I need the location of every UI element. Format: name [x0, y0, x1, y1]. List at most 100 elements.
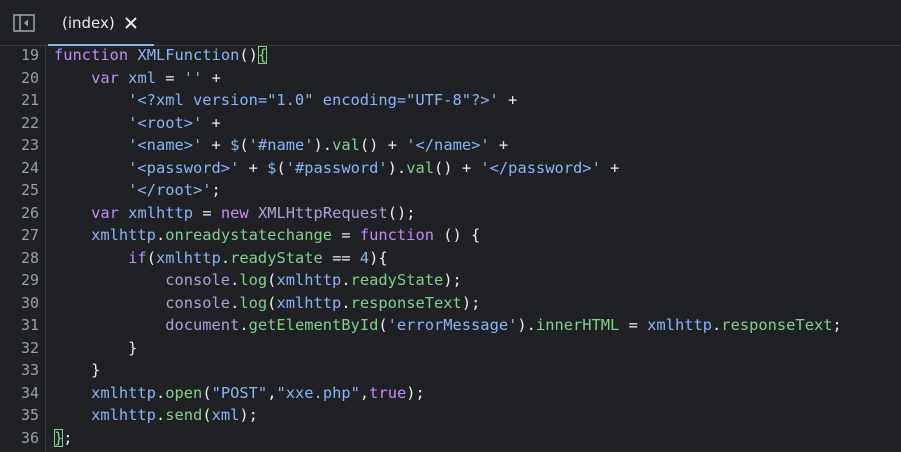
code-line[interactable]: xmlhttp.open("POST","xxe.php",true);: [54, 382, 425, 405]
code-token: );: [461, 293, 481, 312]
code-token: .: [220, 248, 231, 267]
code-token: .: [341, 293, 351, 312]
code-token: .: [341, 271, 351, 289]
code-token: +: [498, 91, 518, 109]
code-token: .: [155, 406, 166, 424]
code-token: .: [155, 226, 166, 244]
code-token: ,: [359, 383, 370, 402]
code-token: ;: [63, 428, 73, 447]
code-token: '</root>': [128, 181, 212, 199]
code-token: (): [434, 158, 453, 177]
line-number[interactable]: 19: [21, 44, 39, 67]
code-line[interactable]: if(xmlhttp.readyState == 4){: [54, 247, 388, 270]
code-token: +: [202, 68, 221, 87]
code-line[interactable]: }: [54, 337, 137, 360]
code-token: ();: [387, 203, 416, 222]
line-number[interactable]: 20: [21, 67, 39, 90]
code-line[interactable]: };: [54, 427, 73, 450]
line-number[interactable]: 24: [21, 157, 39, 180]
code-token: ==: [322, 248, 360, 267]
code-line[interactable]: console.log(xmlhttp.readyState);: [54, 269, 462, 292]
line-number[interactable]: 27: [21, 224, 39, 247]
code-line[interactable]: console.log(xmlhttp.responseText);: [54, 292, 480, 315]
code-token: xmlhttp: [91, 383, 156, 402]
code-token: var: [91, 68, 119, 87]
line-number[interactable]: 23: [21, 134, 39, 157]
code-line[interactable]: '</root>';: [54, 179, 221, 202]
code-line[interactable]: '<?xml version="1.0" encoding="UTF-8"?>'…: [54, 89, 517, 112]
line-number[interactable]: 32: [21, 337, 39, 360]
code-token: ).: [387, 158, 407, 177]
code-line[interactable]: document.getElementById('errorMessage').…: [54, 314, 842, 337]
code-token: .: [155, 383, 166, 402]
line-number[interactable]: 31: [21, 314, 39, 337]
code-token: "xxe.php": [276, 383, 360, 402]
code-token: xmlhttp: [91, 406, 156, 424]
tab-label: (index): [62, 14, 115, 32]
code-editor[interactable]: 19 20 21 22 23 24 25 26 27 28 29 30 31 32 33 34 35 36 fun…: [0, 46, 901, 452]
line-number[interactable]: 30: [21, 292, 39, 315]
code-token: +: [202, 113, 221, 132]
line-number[interactable]: 26: [21, 202, 39, 225]
code-line[interactable]: '<root>' +: [54, 112, 221, 135]
code-line[interactable]: }: [54, 359, 100, 382]
code-token: .: [230, 271, 240, 289]
line-number[interactable]: 35: [21, 404, 39, 427]
sources-panel: (index) 19 20 21 22 23 24 25 26 27 28 29 30 31 32 33 34…: [0, 0, 901, 452]
code-token: responseText: [350, 293, 462, 312]
code-line[interactable]: xmlhttp.onreadystatechange = function ()…: [54, 224, 480, 247]
line-number[interactable]: 25: [21, 179, 39, 202]
line-number[interactable]: 28: [21, 247, 39, 270]
editor-tab-bar: (index): [0, 0, 901, 46]
code-token: ;: [832, 316, 842, 334]
tab-index[interactable]: (index): [48, 0, 154, 46]
code-token: {: [257, 46, 268, 64]
code-token: log: [239, 293, 268, 312]
code-token: function: [54, 46, 129, 64]
sidebar-toggle-icon[interactable]: [13, 14, 35, 32]
code-line[interactable]: xmlhttp.send(xml);: [54, 404, 258, 427]
code-line[interactable]: '<name>' + $('#name').val() + '</name>' …: [54, 134, 508, 157]
code-token: (: [146, 248, 156, 267]
code-token: .: [712, 316, 722, 334]
code-token: '#name': [248, 136, 314, 154]
code-token: () {: [433, 226, 481, 244]
code-token: log: [239, 271, 268, 289]
code-token: '<root>': [128, 113, 203, 132]
code-token: ;: [211, 181, 221, 199]
code-token: document: [165, 316, 240, 334]
code-token: xmlhttp: [276, 271, 342, 289]
line-number[interactable]: 29: [21, 269, 39, 292]
code-line[interactable]: var xml = '' +: [54, 67, 221, 90]
code-token: "POST": [211, 383, 268, 402]
close-icon[interactable]: [123, 15, 139, 31]
code-token: xml: [128, 68, 156, 87]
line-number[interactable]: 22: [21, 112, 39, 135]
line-number[interactable]: 33: [21, 359, 39, 382]
code-token: XMLHttpRequest: [257, 203, 388, 222]
code-token: XMLFunction: [137, 46, 240, 64]
code-token: new: [220, 203, 249, 222]
line-number[interactable]: 21: [21, 89, 39, 112]
code-token: +: [600, 158, 620, 177]
code-token: +: [378, 136, 407, 154]
code-line[interactable]: function XMLFunction(){: [54, 44, 268, 67]
line-number[interactable]: 34: [21, 382, 39, 405]
code-line[interactable]: var xmlhttp = new XMLHttpRequest();: [54, 202, 416, 225]
code-token: $: [230, 136, 240, 154]
code-token: (): [359, 136, 379, 154]
code-token: =: [193, 203, 221, 222]
code-line[interactable]: '<password>' + $('#password').val() + '<…: [54, 157, 619, 180]
line-number[interactable]: 36: [21, 427, 39, 450]
code-token: send: [165, 406, 203, 424]
code-token: xmlhttp: [276, 293, 342, 312]
